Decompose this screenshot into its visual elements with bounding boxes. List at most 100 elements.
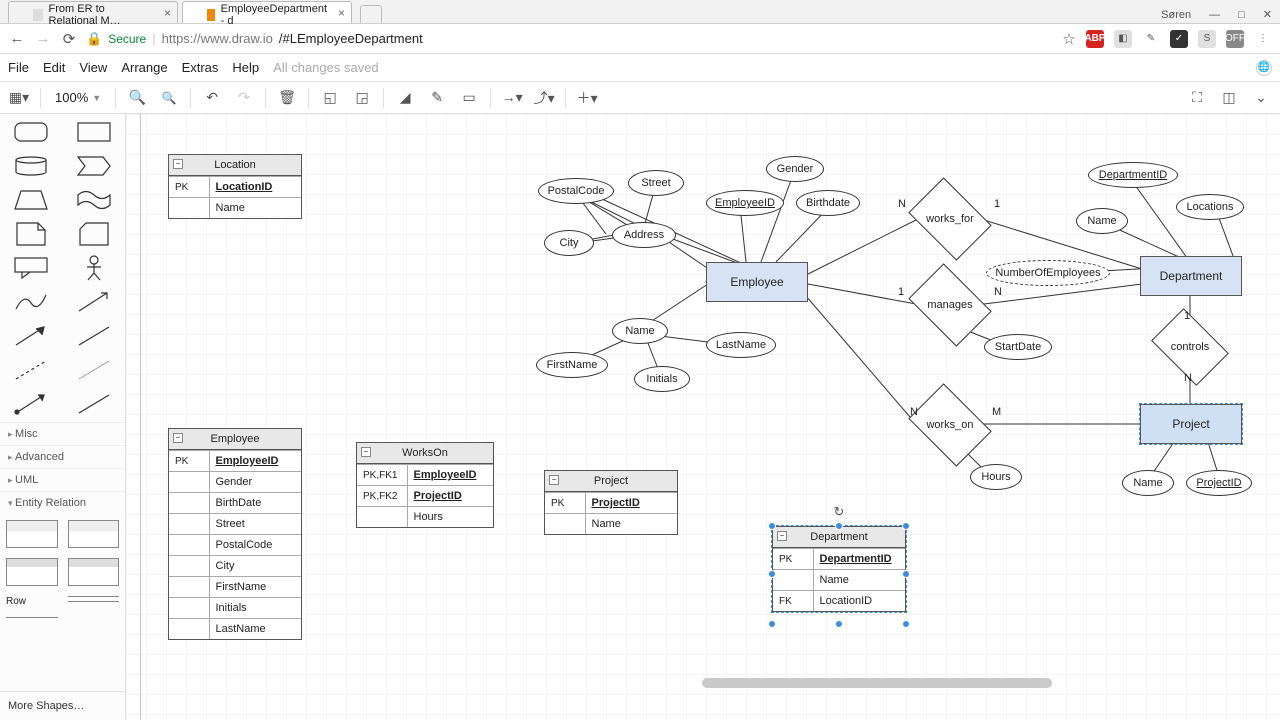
table-workson[interactable]: −WorksOn PK,FK1EmployeeID PK,FK2ProjectI… bbox=[356, 442, 494, 528]
collapse-icon[interactable]: − bbox=[173, 433, 183, 443]
attr-name[interactable]: Name bbox=[612, 318, 668, 344]
ext-icon[interactable]: S bbox=[1198, 30, 1216, 48]
maximize-icon[interactable]: □ bbox=[1238, 9, 1245, 21]
shape-curve[interactable] bbox=[6, 290, 56, 314]
menu-arrange[interactable]: Arrange bbox=[121, 60, 167, 75]
canvas[interactable]: PostalCode Street City Address EmployeeI… bbox=[126, 114, 1280, 720]
shape-line[interactable] bbox=[70, 324, 120, 348]
shape-rect[interactable] bbox=[70, 120, 120, 144]
table-department[interactable]: −Department PKDepartmentID Name FKLocati… bbox=[772, 526, 906, 612]
menu-view[interactable]: View bbox=[79, 60, 107, 75]
attr-numemp[interactable]: NumberOfEmployees bbox=[986, 260, 1110, 286]
sidebar-section-er[interactable]: Entity Relation bbox=[0, 491, 125, 514]
er-shape-table4[interactable] bbox=[68, 558, 120, 586]
entity-employee[interactable]: Employee bbox=[706, 262, 808, 302]
shape-step[interactable] bbox=[70, 154, 120, 178]
undo-icon[interactable]: ↶ bbox=[199, 85, 225, 111]
attr-street[interactable]: Street bbox=[628, 170, 684, 196]
attr-city[interactable]: City bbox=[544, 230, 594, 256]
rel-works-for[interactable]: works_for bbox=[916, 194, 984, 244]
sidebar-section-uml[interactable]: UML bbox=[0, 468, 125, 491]
shape-dashed[interactable] bbox=[6, 358, 56, 382]
collapse-icon[interactable]: − bbox=[361, 447, 371, 457]
shape-conn-line[interactable] bbox=[70, 392, 120, 416]
menu-edit[interactable]: Edit bbox=[43, 60, 65, 75]
attr-birthdate[interactable]: Birthdate bbox=[796, 190, 860, 216]
reload-icon[interactable]: ⟳ bbox=[60, 30, 78, 48]
rotate-handle[interactable]: ↻ bbox=[832, 504, 846, 518]
attr-firstname[interactable]: FirstName bbox=[536, 352, 608, 378]
attr-address[interactable]: Address bbox=[612, 222, 676, 248]
close-icon[interactable]: × bbox=[338, 6, 345, 20]
minimize-icon[interactable]: — bbox=[1209, 9, 1220, 21]
tab-drawio[interactable]: EmployeeDepartment - d × bbox=[182, 1, 352, 23]
collapse-icon[interactable]: − bbox=[549, 475, 559, 485]
more-shapes-button[interactable]: More Shapes… bbox=[0, 691, 125, 720]
shape-wave[interactable] bbox=[70, 188, 120, 212]
shape-conn-arrow[interactable] bbox=[6, 392, 56, 416]
zoom-out-icon[interactable]: 🔍 bbox=[156, 85, 182, 111]
ext-icon[interactable]: ◧ bbox=[1114, 30, 1132, 48]
selection-handle[interactable] bbox=[902, 522, 910, 530]
attr-employeeid[interactable]: EmployeeID bbox=[706, 190, 784, 216]
entity-project[interactable]: Project bbox=[1140, 404, 1242, 444]
rel-manages[interactable]: manages bbox=[916, 280, 984, 330]
connection-icon[interactable]: →▾ bbox=[499, 85, 525, 111]
new-tab-button[interactable] bbox=[360, 5, 382, 23]
view-mode-icon[interactable]: ▦▾ bbox=[6, 85, 32, 111]
delete-icon[interactable]: 🗑 bbox=[274, 85, 300, 111]
attr-locations[interactable]: Locations bbox=[1176, 194, 1244, 220]
selection-handle[interactable] bbox=[768, 620, 776, 628]
shape-trapezoid[interactable] bbox=[6, 188, 56, 212]
line-icon[interactable]: ✎ bbox=[424, 85, 450, 111]
close-window-icon[interactable]: ✕ bbox=[1263, 8, 1272, 21]
zoom-in-icon[interactable]: 🔍 bbox=[124, 85, 150, 111]
er-row-label[interactable]: Row bbox=[6, 596, 58, 607]
url-field[interactable]: 🔒 Secure | https://www.draw.io/#LEmploye… bbox=[86, 31, 1052, 47]
shape-note[interactable] bbox=[6, 222, 56, 246]
sidebar-section-advanced[interactable]: Advanced bbox=[0, 445, 125, 468]
attr-hours[interactable]: Hours bbox=[970, 464, 1022, 490]
shape-biarrow[interactable] bbox=[70, 290, 120, 314]
shape-card[interactable] bbox=[70, 222, 120, 246]
chevron-down-icon[interactable]: ▼ bbox=[92, 93, 101, 103]
attr-initials[interactable]: Initials bbox=[634, 366, 690, 392]
sidebar-section-misc[interactable]: Misc bbox=[0, 422, 125, 445]
collapse-icon[interactable]: − bbox=[777, 531, 787, 541]
format-panel-icon[interactable]: ◫ bbox=[1216, 85, 1242, 111]
menu-extras[interactable]: Extras bbox=[182, 60, 219, 75]
collapse-icon[interactable]: ⌄ bbox=[1248, 85, 1274, 111]
table-location[interactable]: −Location PKLocationID Name bbox=[168, 154, 302, 219]
redo-icon[interactable]: ↷ bbox=[231, 85, 257, 111]
fill-icon[interactable]: ◢ bbox=[392, 85, 418, 111]
attr-lastname[interactable]: LastName bbox=[706, 332, 776, 358]
insert-icon[interactable]: ＋▾ bbox=[574, 85, 600, 111]
attr-postalcode[interactable]: PostalCode bbox=[538, 178, 614, 204]
table-project[interactable]: −Project PKProjectID Name bbox=[544, 470, 678, 535]
shape-actor[interactable] bbox=[70, 256, 120, 280]
ext-icon[interactable]: OFF bbox=[1226, 30, 1244, 48]
shape-cylinder[interactable] bbox=[6, 154, 56, 178]
shape-roundrect[interactable] bbox=[6, 120, 56, 144]
entity-department[interactable]: Department bbox=[1140, 256, 1242, 296]
selection-handle[interactable] bbox=[768, 570, 776, 578]
menu-help[interactable]: Help bbox=[232, 60, 259, 75]
globe-icon[interactable]: 🌐 bbox=[1256, 60, 1272, 76]
to-back-icon[interactable]: ◲ bbox=[349, 85, 375, 111]
menu-icon[interactable]: ⋮ bbox=[1254, 30, 1272, 48]
shape-callout[interactable] bbox=[6, 256, 56, 280]
ext-icon[interactable]: ✎ bbox=[1142, 30, 1160, 48]
to-front-icon[interactable]: ◱ bbox=[317, 85, 343, 111]
ext-icon[interactable]: ✓ bbox=[1170, 30, 1188, 48]
attr-startdate[interactable]: StartDate bbox=[984, 334, 1052, 360]
attr-gender[interactable]: Gender bbox=[766, 156, 824, 182]
fullscreen-icon[interactable]: ⛶ bbox=[1184, 85, 1210, 111]
attr-dname[interactable]: Name bbox=[1076, 208, 1128, 234]
selection-handle[interactable] bbox=[902, 620, 910, 628]
selection-handle[interactable] bbox=[835, 620, 843, 628]
er-shape-table2[interactable] bbox=[68, 520, 120, 548]
rel-works-on[interactable]: works_on bbox=[916, 400, 984, 450]
selection-handle[interactable] bbox=[768, 522, 776, 530]
er-shape-row[interactable] bbox=[68, 596, 120, 602]
selection-handle[interactable] bbox=[902, 570, 910, 578]
